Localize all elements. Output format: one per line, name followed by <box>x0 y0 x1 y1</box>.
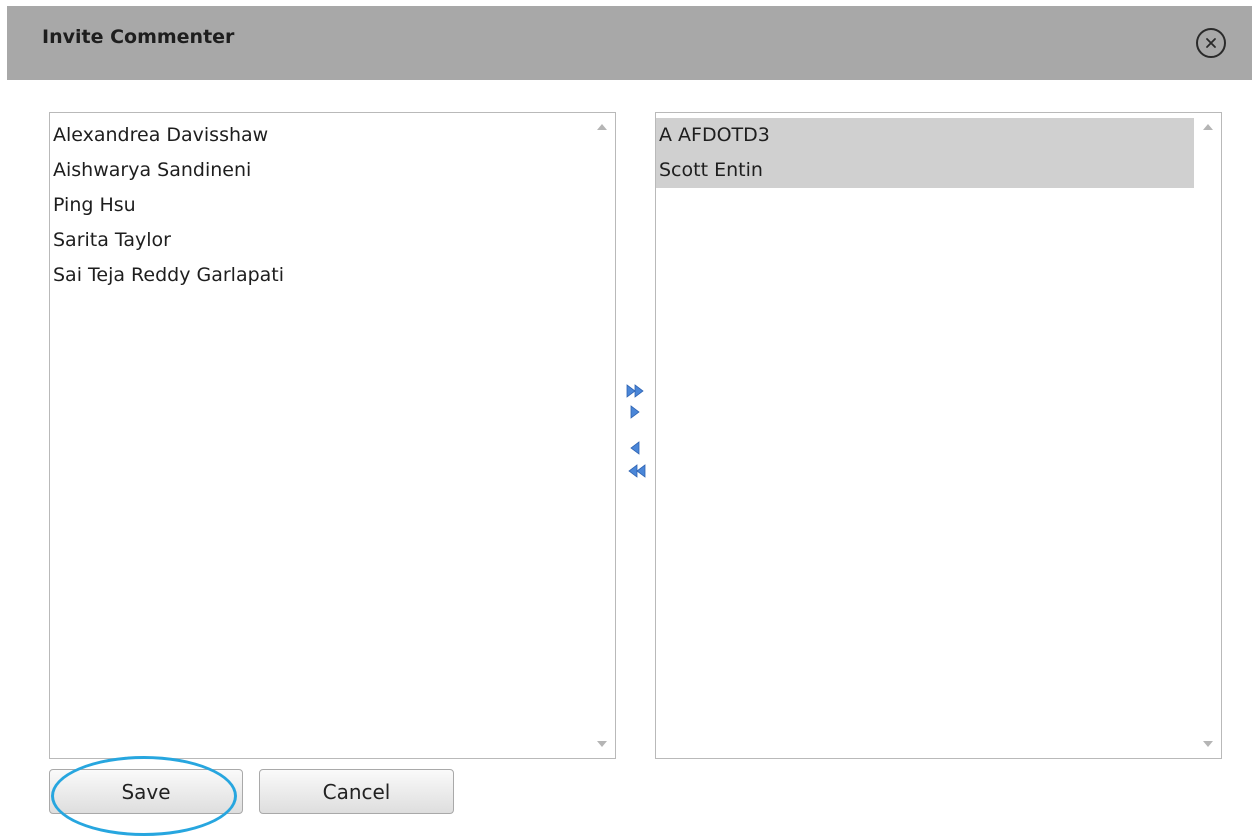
scrollbar[interactable] <box>1195 113 1221 758</box>
selected-users-items: A AFDOTD3 Scott Entin <box>656 118 1194 188</box>
move-all-left-button[interactable] <box>625 462 647 480</box>
dialog-titlebar: Invite Commenter <box>7 6 1252 80</box>
list-item[interactable]: Sai Teja Reddy Garlapati <box>50 258 588 293</box>
arrow-left-icon <box>630 441 640 455</box>
scroll-up-arrow-icon[interactable] <box>597 124 607 130</box>
arrow-right-icon <box>630 405 640 419</box>
list-item[interactable]: A AFDOTD3 <box>656 118 1194 153</box>
list-item[interactable]: Sarita Taylor <box>50 223 588 258</box>
list-item[interactable]: Aishwarya Sandineni <box>50 153 588 188</box>
move-right-button[interactable] <box>625 403 647 421</box>
available-users-items: Alexandrea Davisshaw Aishwarya Sandineni… <box>50 118 588 293</box>
dialog-title: Invite Commenter <box>42 26 235 48</box>
transfer-controls <box>620 382 650 492</box>
move-left-button[interactable] <box>625 439 647 457</box>
save-button[interactable]: Save <box>49 769 243 814</box>
close-icon <box>1206 38 1216 48</box>
scroll-down-arrow-icon[interactable] <box>1203 741 1213 747</box>
list-item[interactable]: Ping Hsu <box>50 188 588 223</box>
list-item[interactable]: Alexandrea Davisshaw <box>50 118 588 153</box>
selected-users-list[interactable]: A AFDOTD3 Scott Entin <box>655 112 1222 759</box>
double-arrow-left-icon <box>628 464 646 478</box>
cancel-button[interactable]: Cancel <box>259 769 454 814</box>
move-all-right-button[interactable] <box>625 382 647 400</box>
available-users-list[interactable]: Alexandrea Davisshaw Aishwarya Sandineni… <box>49 112 616 759</box>
invite-commenter-dialog: Invite Commenter Alexandrea Davisshaw Ai… <box>0 0 1252 840</box>
close-button[interactable] <box>1196 28 1226 58</box>
scroll-up-arrow-icon[interactable] <box>1203 124 1213 130</box>
double-arrow-right-icon <box>626 384 644 398</box>
scroll-down-arrow-icon[interactable] <box>597 741 607 747</box>
scrollbar[interactable] <box>589 113 615 758</box>
list-item[interactable]: Scott Entin <box>656 153 1194 188</box>
